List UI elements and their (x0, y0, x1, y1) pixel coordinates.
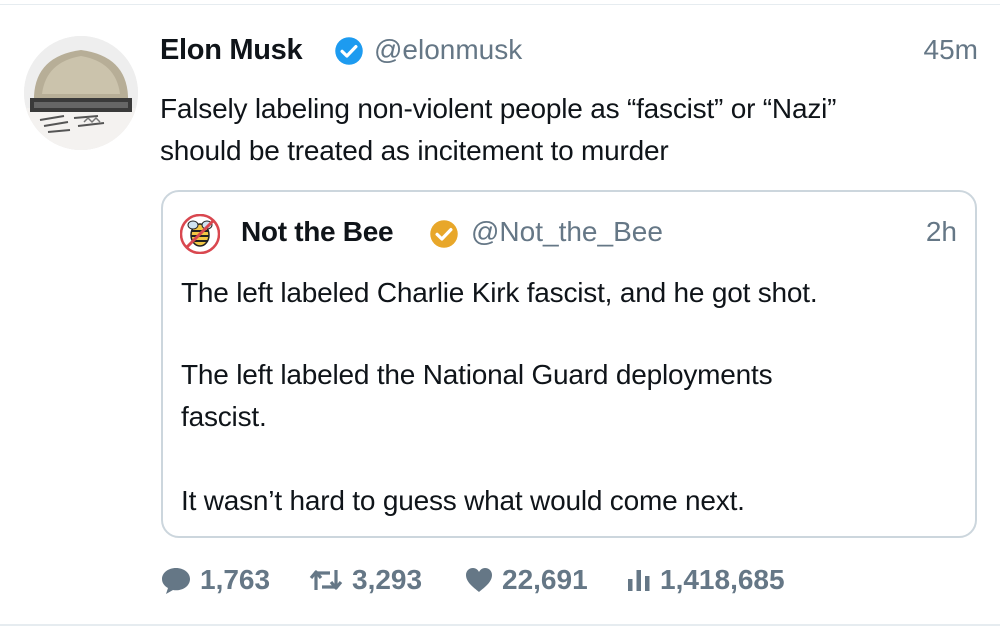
like-count: 22,691 (502, 564, 588, 595)
tweet-text-line: should be treated as incitement to murde… (160, 135, 669, 166)
quoted-tweet-card[interactable]: Not the Bee @Not_the_Bee 2h The left lab… (161, 190, 977, 538)
quoted-paragraph: The left labeled Charlie Kirk fascist, a… (181, 277, 818, 308)
quoted-paragraph: It wasn’t hard to guess what would come … (181, 485, 745, 516)
bottom-divider (0, 624, 1000, 626)
retweet-count: 3,293 (352, 564, 423, 595)
quoted-author-name[interactable]: Not the Bee (241, 216, 394, 248)
tweet-text: Falsely labeling non-violent people as “… (160, 88, 980, 172)
retweet-icon (309, 570, 343, 590)
not-the-bee-avatar (180, 214, 220, 254)
retweet-button[interactable]: 3,293 (308, 560, 422, 600)
author-name[interactable]: Elon Musk (160, 34, 303, 67)
tweet-actions: 1,763 3,293 22,691 1,418,685 (160, 560, 980, 600)
views-count: 1,418,685 (660, 564, 785, 595)
author-handle[interactable]: @elonmusk (374, 34, 522, 66)
views-button[interactable]: 1,418,685 (626, 560, 785, 600)
quoted-text-line: The left labeled the National Guard depl… (181, 359, 773, 390)
quoted-text-line: fascist. (181, 401, 267, 432)
quoted-paragraph: The left labeled the National Guard depl… (181, 354, 941, 438)
reply-count: 1,763 (200, 564, 271, 595)
top-divider (0, 4, 1000, 5)
like-button[interactable]: 22,691 (464, 560, 588, 600)
author-avatar[interactable] (24, 36, 138, 150)
verified-badge-icon (335, 37, 363, 65)
comment-icon (162, 568, 190, 594)
reply-button[interactable]: 1,763 (160, 560, 270, 600)
heart-icon (466, 568, 492, 592)
tweet-header: Elon Musk @elonmusk 45m (160, 30, 978, 74)
views-icon (628, 570, 650, 591)
quoted-author-handle[interactable]: @Not_the_Bee (471, 216, 663, 248)
tweet-timestamp[interactable]: 45m (924, 34, 978, 66)
tweet-text-line: Falsely labeling non-violent people as “… (160, 93, 837, 124)
quoted-timestamp[interactable]: 2h (926, 216, 957, 248)
verified-badge-icon (430, 220, 458, 248)
avatar-image (24, 36, 138, 150)
